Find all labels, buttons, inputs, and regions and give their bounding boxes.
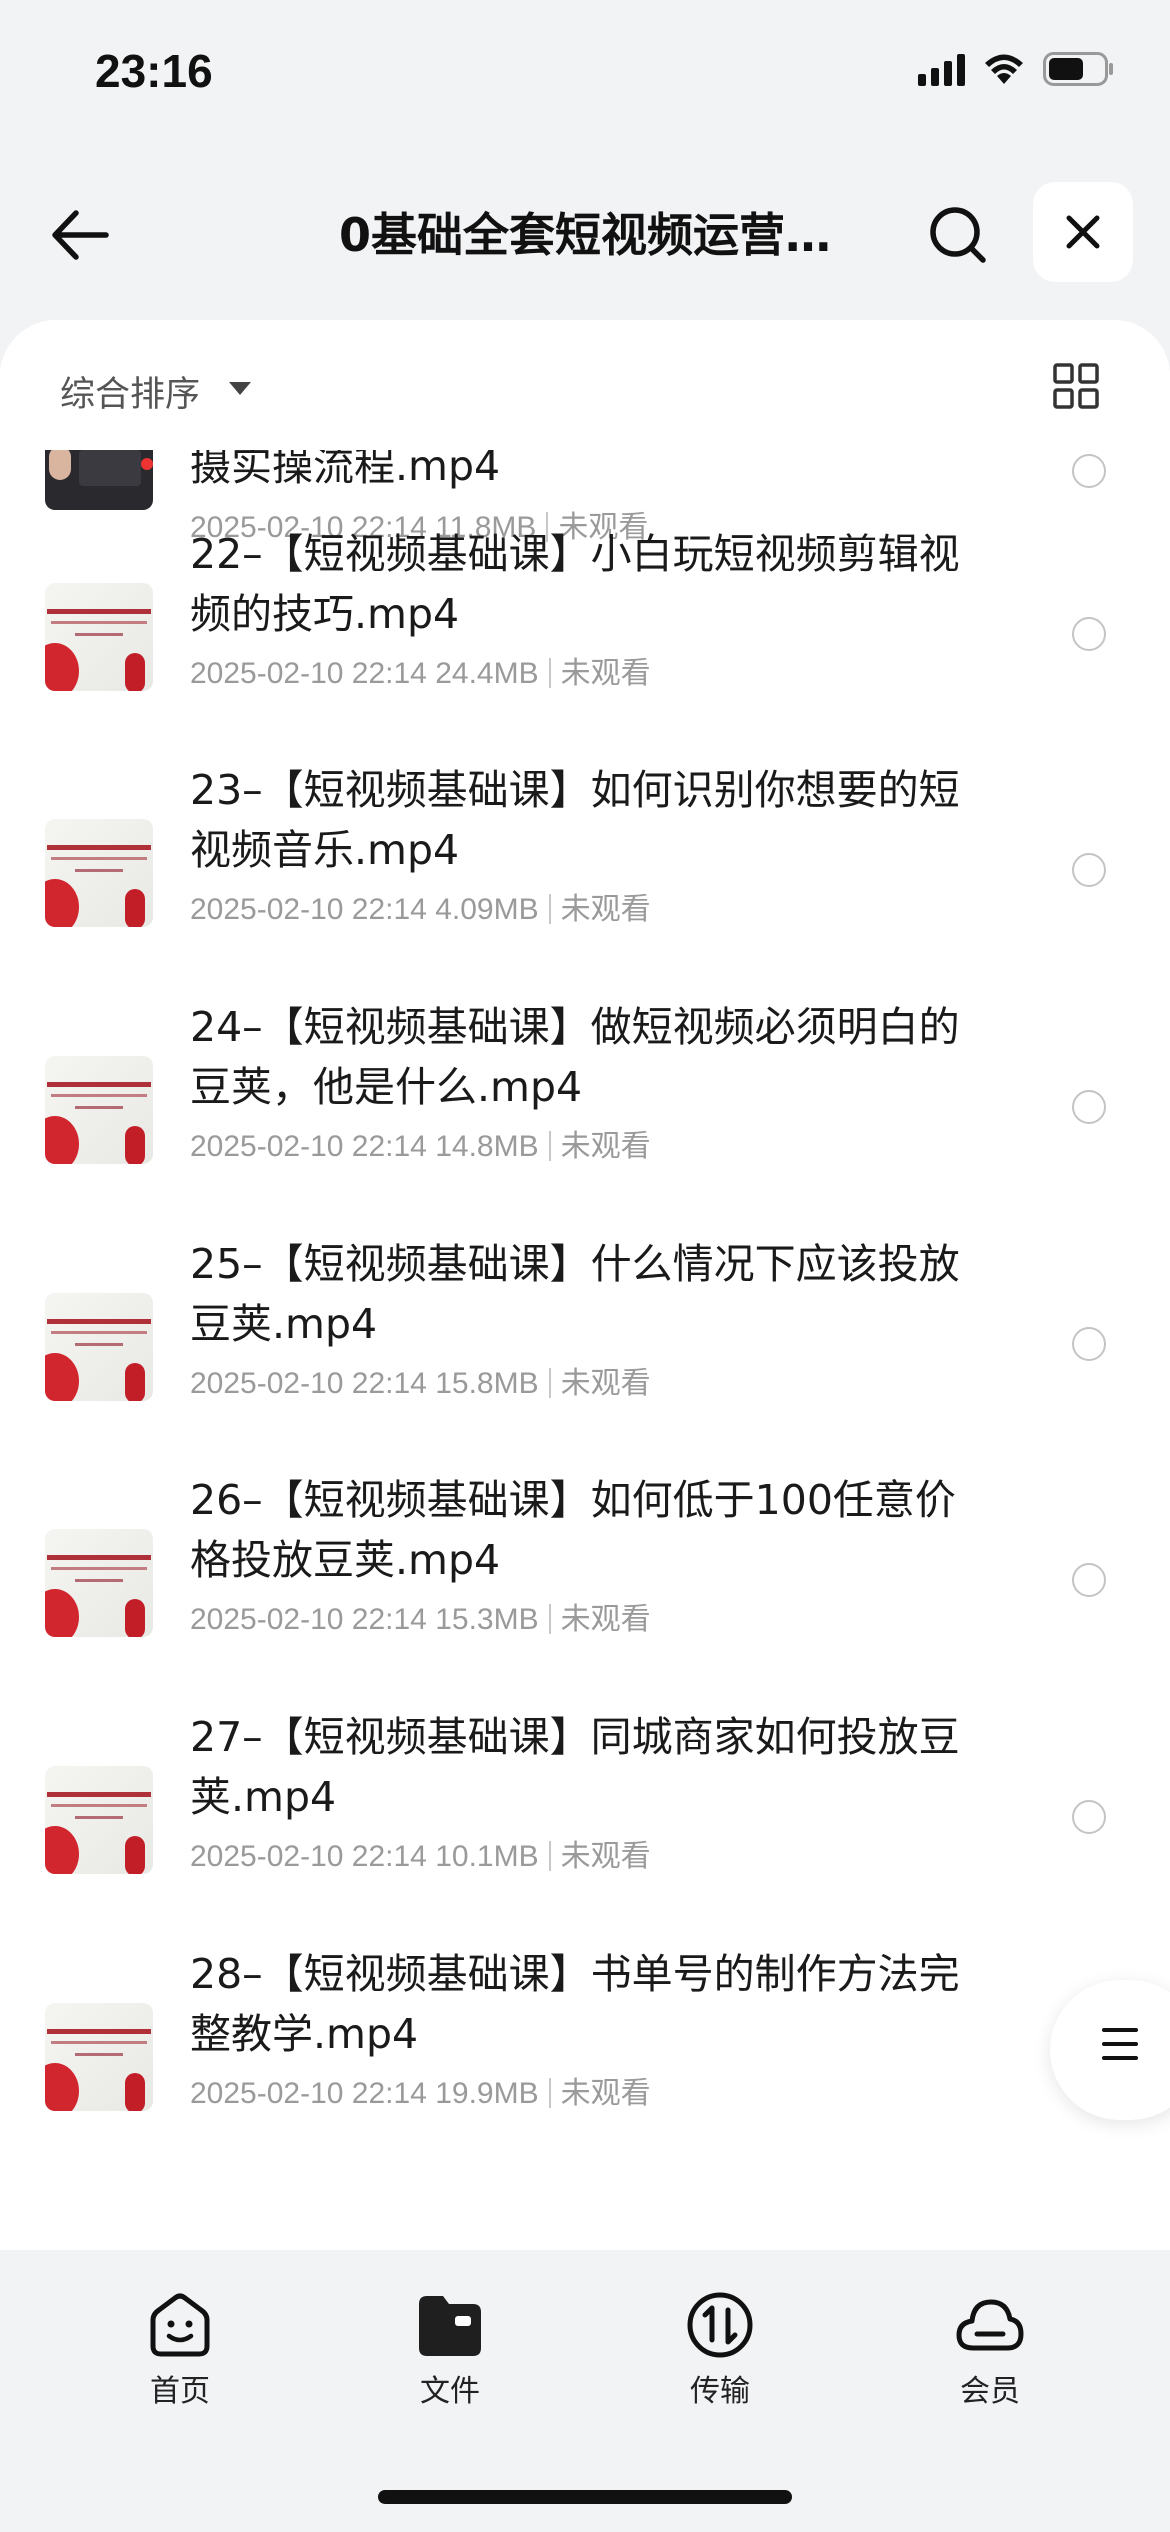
- file-date: 2025-02-10 22:14: [190, 1367, 427, 1400]
- file-name: 28–【短视频基础课】书单号的制作方法完整教学.mp4: [190, 1950, 960, 2058]
- cloud-icon: [956, 2299, 1024, 2351]
- watch-status: 未观看: [560, 1840, 651, 1873]
- file-name: 22–【短视频基础课】小白玩短视频剪辑视频的技巧.mp4: [190, 530, 960, 638]
- select-radio[interactable]: [1072, 1090, 1106, 1124]
- page-title: 0基础全套短视频运营…: [338, 208, 831, 262]
- nav-header: 0基础全套短视频运营…: [0, 175, 1170, 295]
- file-size: 4.09MB: [435, 893, 539, 926]
- select-radio[interactable]: [1072, 617, 1106, 651]
- tab-home-label: 首页: [150, 2374, 210, 2409]
- sort-dropdown[interactable]: 综合排序: [60, 366, 200, 417]
- select-radio[interactable]: [1072, 853, 1106, 887]
- watch-status: 未观看: [560, 893, 651, 926]
- select-radio[interactable]: [1072, 454, 1106, 488]
- file-name: 27–【短视频基础课】同城商家如何投放豆荚.mp4: [190, 1713, 960, 1821]
- cellular-signal-icon: [918, 52, 965, 86]
- tab-files[interactable]: 文件: [380, 2290, 520, 2410]
- file-meta: 2025-02-10 22:14 4.09MB 未观看: [190, 884, 651, 928]
- watch-status: 未观看: [560, 657, 651, 690]
- video-thumbnail: [45, 2003, 153, 2111]
- transfer-icon: [687, 2292, 753, 2358]
- file-meta: 2025-02-10 22:14 10.1MB 未观看: [190, 1831, 651, 1875]
- file-date: 2025-02-10 22:14: [190, 893, 427, 926]
- smiley-home-icon: [150, 2293, 210, 2357]
- file-row[interactable]: 23–【短视频基础课】如何识别你想要的短视频音乐.mp4 2025-02-10 …: [0, 756, 1170, 992]
- file-name: 24–【短视频基础课】做短视频必须明白的豆荚，他是什么.mp4: [190, 1003, 960, 1111]
- watch-status: 未观看: [560, 1367, 651, 1400]
- file-meta: 2025-02-10 22:14 15.3MB 未观看: [190, 1594, 651, 1638]
- video-thumbnail: [45, 819, 153, 927]
- file-row[interactable]: 24–【短视频基础课】做短视频必须明白的豆荚，他是什么.mp4 2025-02-…: [0, 993, 1170, 1229]
- select-radio[interactable]: [1072, 1327, 1106, 1361]
- file-name: 26–【短视频基础课】如何低于100任意价格投放豆荚.mp4: [190, 1476, 956, 1584]
- file-size: 19.9MB: [435, 2077, 539, 2110]
- back-button[interactable]: [40, 195, 120, 275]
- search-button[interactable]: [918, 195, 998, 275]
- close-icon: [1066, 215, 1100, 249]
- status-time: 23:16: [95, 45, 213, 97]
- file-meta: 2025-02-10 22:14 15.8MB 未观看: [190, 1358, 651, 1402]
- battery-icon: [1043, 52, 1113, 86]
- folder-icon: [419, 2296, 481, 2356]
- file-size: 15.8MB: [435, 1367, 539, 1400]
- status-bar: 23:16: [0, 0, 1170, 150]
- tab-transfer-label: 传输: [690, 2374, 750, 2409]
- file-size: 24.4MB: [435, 657, 539, 690]
- file-size: 15.3MB: [435, 1603, 539, 1636]
- close-button[interactable]: [1033, 182, 1133, 282]
- sort-bar: 综合排序: [0, 320, 1170, 450]
- wifi-icon: [985, 54, 1023, 84]
- watch-status: 未观看: [560, 2077, 651, 2110]
- select-radio[interactable]: [1072, 1563, 1106, 1597]
- watch-status: 未观看: [560, 1130, 651, 1163]
- arrow-left-icon: [52, 210, 109, 260]
- file-name: 23–【短视频基础课】如何识别你想要的短视频音乐.mp4: [190, 766, 960, 874]
- file-date: 2025-02-10 22:14: [190, 1840, 427, 1873]
- search-icon: [930, 207, 986, 263]
- menu-icon: [1102, 2028, 1138, 2070]
- file-date: 2025-02-10 22:14: [190, 2077, 427, 2110]
- video-thumbnail: [45, 1529, 153, 1637]
- caret-down-icon[interactable]: [229, 382, 251, 395]
- file-row[interactable]: 27–【短视频基础课】同城商家如何投放豆荚.mp4 2025-02-10 22:…: [0, 1703, 1170, 1939]
- video-thumbnail: [45, 1056, 153, 1164]
- status-icons: [918, 52, 1115, 86]
- file-meta: 2025-02-10 22:14 24.4MB 未观看: [190, 648, 651, 692]
- tab-transfer[interactable]: 传输: [650, 2290, 790, 2410]
- tab-vip-label: 会员: [960, 2374, 1020, 2409]
- file-date: 2025-02-10 22:14: [190, 657, 427, 690]
- file-size: 10.1MB: [435, 1840, 539, 1873]
- tab-vip[interactable]: 会员: [920, 2290, 1060, 2410]
- tab-home[interactable]: 首页: [110, 2290, 250, 2410]
- file-meta: 2025-02-10 22:14 19.9MB 未观看: [190, 2068, 651, 2112]
- file-date: 2025-02-10 22:14: [190, 1130, 427, 1163]
- file-name: 25–【短视频基础课】什么情况下应该投放豆荚.mp4: [190, 1240, 960, 1348]
- video-thumbnail: [45, 440, 153, 510]
- file-date: 2025-02-10 22:14: [190, 1603, 427, 1636]
- file-sheet: 综合排序 摄实操流程.mp4 2025-02-10 22:14 11.8MB 未观…: [0, 320, 1170, 2250]
- file-row[interactable]: 28–【短视频基础课】书单号的制作方法完整教学.mp4 2025-02-10 2…: [0, 1940, 1170, 2176]
- grid-view-icon[interactable]: [1053, 363, 1099, 409]
- watch-status: 未观看: [560, 1603, 651, 1636]
- file-row[interactable]: 25–【短视频基础课】什么情况下应该投放豆荚.mp4 2025-02-10 22…: [0, 1230, 1170, 1466]
- video-thumbnail: [45, 1293, 153, 1401]
- select-radio[interactable]: [1072, 1800, 1106, 1834]
- home-indicator: [378, 2490, 792, 2504]
- video-thumbnail: [45, 1766, 153, 1874]
- video-thumbnail: [45, 583, 153, 691]
- file-row[interactable]: 26–【短视频基础课】如何低于100任意价格投放豆荚.mp4 2025-02-1…: [0, 1466, 1170, 1702]
- file-row[interactable]: 22–【短视频基础课】小白玩短视频剪辑视频的技巧.mp4 2025-02-10 …: [0, 520, 1170, 756]
- file-meta: 2025-02-10 22:14 14.8MB 未观看: [190, 1121, 651, 1165]
- tab-files-label: 文件: [420, 2374, 480, 2409]
- file-size: 14.8MB: [435, 1130, 539, 1163]
